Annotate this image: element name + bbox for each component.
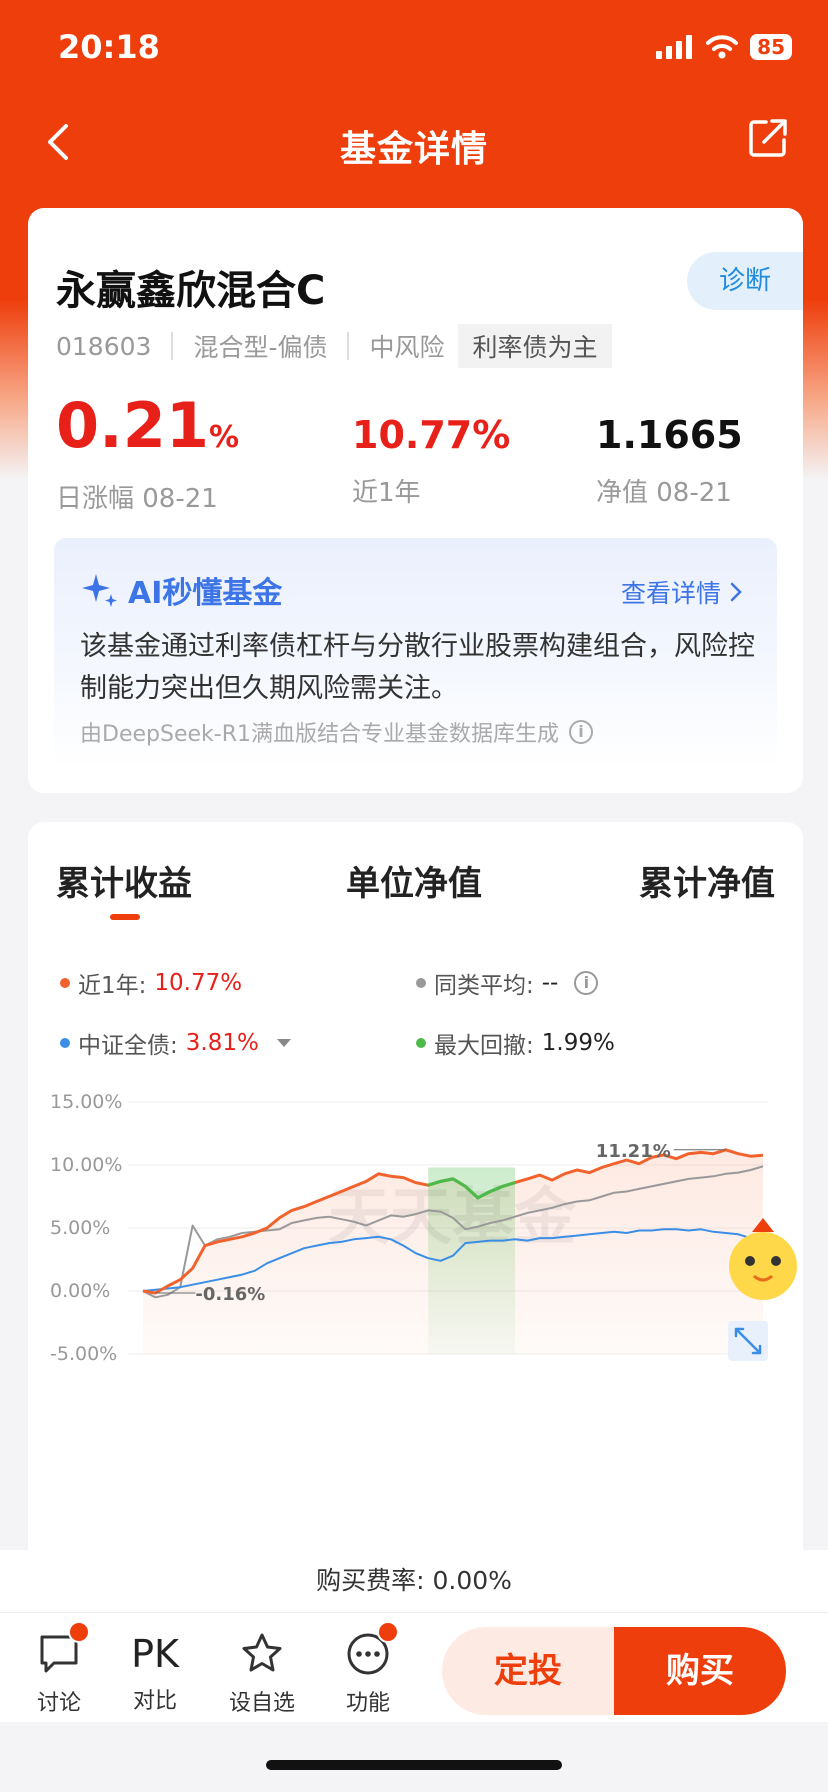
fixed-investment-button[interactable]: 定投 — [442, 1627, 614, 1715]
nav-bar: 基金详情 — [0, 100, 828, 184]
ai-view-details-link[interactable]: 查看详情 — [621, 574, 743, 610]
fund-risk: 中风险 — [369, 333, 445, 362]
divider — [171, 332, 174, 360]
diagnose-button[interactable]: 诊断 — [687, 252, 803, 310]
function-button[interactable]: 功能 — [323, 1621, 413, 1717]
nav-metric: 1.1665 净值 08-21 — [596, 412, 743, 509]
y-tick-label: -5.00% — [50, 1343, 117, 1365]
discuss-label: 讨论 — [36, 1691, 81, 1716]
notification-badge — [68, 1621, 90, 1643]
legend-drawdown-label: 最大回撤: — [434, 1033, 534, 1059]
nav-value: 1.1665 — [596, 413, 743, 457]
fund-name: 永赢鑫欣混合C — [56, 268, 326, 314]
year-return-value: 10.77% — [352, 413, 511, 457]
daily-change-metric: 0.21% 日涨幅 08-21 — [56, 394, 239, 515]
min-label: -0.16% — [195, 1284, 265, 1305]
ai-title-text: AI秒懂基金 — [128, 576, 283, 611]
bottom-action-bar: 讨论 PK 对比 设自选 功能 定投 购买 — [0, 1612, 828, 1722]
wifi-icon — [706, 35, 739, 59]
tab-unit-nav[interactable]: 单位净值 — [346, 856, 482, 905]
legend-peer-label: 同类平均: — [434, 973, 534, 999]
discuss-button[interactable]: 讨论 — [14, 1621, 104, 1717]
status-bar: 20:18 85 — [0, 0, 828, 100]
status-time: 20:18 — [58, 28, 160, 66]
ai-summary-text: 该基金通过利率债杠杆与分散行业股票构建组合，风险控制能力突出但久期风险需关注。 — [80, 631, 755, 704]
fund-type: 混合型-偏债 — [193, 333, 328, 362]
active-tab-indicator — [110, 914, 140, 920]
chart-tabs: 累计收益 单位净值 累计净值 — [28, 856, 803, 916]
expand-icon[interactable] — [728, 1321, 768, 1361]
legend-fund: 近1年: 10.77% — [60, 966, 242, 1000]
signal-icon — [656, 35, 693, 59]
daily-change-label: 日涨幅 08-21 — [56, 484, 218, 514]
fund-code: 018603 — [56, 331, 152, 361]
y-tick-label: 10.00% — [50, 1154, 122, 1176]
legend-dot — [416, 978, 426, 988]
y-tick-label: 15.00% — [50, 1091, 122, 1113]
add-watchlist-button[interactable]: 设自选 — [217, 1631, 307, 1717]
legend-benchmark[interactable]: 中证全债: 3.81% — [60, 1026, 291, 1060]
home-indicator — [266, 1760, 562, 1770]
page-title: 基金详情 — [339, 129, 488, 170]
fee-label: 购买费率: — [316, 1566, 433, 1595]
legend-fund-label: 近1年: — [78, 973, 147, 999]
legend-dot — [60, 1038, 70, 1048]
legend-bench-value: 3.81% — [185, 1030, 259, 1056]
ai-note: 由DeepSeek-R1满血版结合专业基金数据库生成 i — [80, 716, 593, 748]
compare-button[interactable]: PK 对比 — [110, 1631, 200, 1715]
pk-icon: PK — [131, 1632, 179, 1676]
daily-change-value: 0.21 — [56, 389, 209, 462]
fee-value: 0.00% — [432, 1566, 512, 1595]
legend-bench-label: 中证全债: — [78, 1033, 178, 1059]
watch-label: 设自选 — [228, 1691, 295, 1716]
legend-drawdown: 最大回撤: 1.99% — [416, 1026, 615, 1060]
chevron-right-icon — [730, 582, 742, 602]
ai-title: AI秒懂基金 — [80, 568, 282, 612]
year-return-metric: 10.77% 近1年 — [352, 412, 510, 509]
legend-peer-value: -- — [541, 970, 559, 996]
star-icon — [242, 1633, 282, 1672]
status-icons: 85 — [656, 34, 792, 60]
battery-icon: 85 — [750, 34, 792, 60]
ai-more-label: 查看详情 — [620, 579, 721, 608]
caret-down-icon[interactable] — [276, 1039, 291, 1047]
daily-change-unit: % — [208, 420, 240, 455]
compare-label: 对比 — [132, 1689, 177, 1714]
tab-cumulative-nav[interactable]: 累计净值 — [639, 856, 775, 905]
sparkle-icon — [82, 574, 117, 607]
legend-dot — [416, 1038, 426, 1048]
buy-button[interactable]: 购买 — [614, 1627, 786, 1715]
legend-peer: 同类平均: -- i — [416, 966, 599, 1000]
legend-dot — [60, 978, 70, 988]
chart-card: 累计收益 单位净值 累计净值 近1年: 10.77% 同类平均: -- i 中证… — [28, 822, 803, 1572]
legend-fund-value: 10.77% — [154, 970, 243, 996]
year-return-label: 近1年 — [352, 478, 421, 508]
divider — [347, 332, 350, 360]
ai-note-text: 由DeepSeek-R1满血版结合专业基金数据库生成 — [80, 722, 559, 747]
max-label: 11.21% — [596, 1141, 671, 1162]
y-tick-label: 5.00% — [50, 1217, 110, 1239]
info-icon[interactable]: i — [574, 971, 599, 995]
fund-tags: 018603 混合型-偏债 中风险 利率债为主 — [56, 324, 612, 368]
info-icon[interactable]: i — [568, 720, 593, 744]
purchase-fee-bar: 购买费率: 0.00% — [0, 1550, 828, 1612]
y-tick-label: 0.00% — [50, 1280, 110, 1302]
func-label: 功能 — [345, 1691, 390, 1716]
return-chart[interactable]: 15.00%10.00%5.00%0.00%-5.00%天天基金11.21%-0… — [28, 1076, 803, 1376]
fund-info-card: 永赢鑫欣混合C 诊断 018603 混合型-偏债 中风险 利率债为主 0.21%… — [28, 208, 803, 793]
fund-tag: 利率债为主 — [458, 324, 612, 368]
share-icon[interactable] — [746, 116, 790, 160]
legend-drawdown-value: 1.99% — [541, 1030, 615, 1056]
ai-summary-box[interactable]: AI秒懂基金 查看详情 该基金通过利率债杠杆与分散行业股票构建组合，风险控制能力… — [54, 538, 777, 768]
nav-label: 净值 08-21 — [596, 478, 732, 508]
tab-cumulative-return[interactable]: 累计收益 — [56, 856, 192, 905]
notification-badge — [377, 1621, 399, 1643]
